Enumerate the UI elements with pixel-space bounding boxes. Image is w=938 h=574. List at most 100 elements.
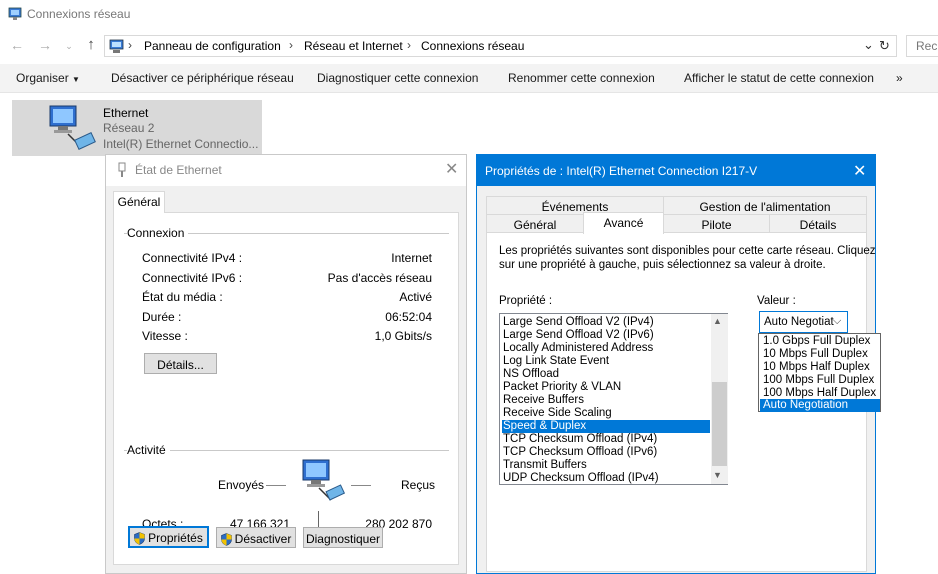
window-title: Connexions réseau <box>27 7 131 21</box>
uac-shield-icon <box>220 533 232 546</box>
view-status-button[interactable]: Afficher le statut de cette connexion <box>684 71 874 85</box>
forward-arrow-icon[interactable]: → <box>36 37 54 53</box>
rename-connection-button[interactable]: Renommer cette connexion <box>508 71 655 85</box>
diagnose-button[interactable]: Diagnostiquer <box>303 527 383 548</box>
description-line-1: Les propriétés suivantes sont disponible… <box>499 245 876 257</box>
duration-value: 06:52:04 <box>385 310 432 324</box>
tab-advanced[interactable]: Avancé <box>583 212 664 234</box>
network-activity-icon <box>302 459 346 501</box>
description-line-2: sur une propriété à gauche, puis sélecti… <box>499 259 826 271</box>
list-item[interactable]: Packet Priority & VLAN <box>502 381 710 394</box>
connection-adapter: Intel(R) Ethernet Connectio... <box>103 137 259 151</box>
ethernet-status-dialog: État de Ethernet ✕ Général Connexion Con… <box>105 154 467 574</box>
list-item[interactable]: Large Send Offload V2 (IPv4) <box>502 316 710 329</box>
refresh-icon[interactable]: ↻ <box>879 38 890 54</box>
organize-button[interactable]: Organiser ▼ <box>16 71 80 85</box>
dropdown-option[interactable]: 10 Mbps Full Duplex <box>760 348 880 361</box>
list-item[interactable]: Large Send Offload V2 (IPv6) <box>502 329 710 342</box>
list-item[interactable]: Log Link State Event <box>502 355 710 368</box>
network-connections-icon <box>8 7 22 20</box>
duration-label: Durée : <box>142 310 182 324</box>
window-titlebar: Connexions réseau <box>0 0 938 30</box>
list-item[interactable]: Receive Buffers <box>502 394 710 407</box>
more-commands-button[interactable]: » <box>896 71 903 85</box>
dropdown-option[interactable]: 1.0 Gbps Full Duplex <box>760 335 880 348</box>
speed-value: 1,0 Gbits/s <box>374 329 432 343</box>
chevron-down-icon: ▼ <box>72 75 80 84</box>
value-combobox[interactable]: Auto Negotiat ⌵ <box>759 311 848 333</box>
scroll-down-icon[interactable]: ▼ <box>713 470 722 480</box>
network-adapter-icon <box>49 105 96 150</box>
back-arrow-icon[interactable]: ← <box>8 37 26 53</box>
dropdown-option-selected[interactable]: Auto Negotiation <box>760 399 880 412</box>
general-panel: Connexion Connectivité IPv4 : Internet C… <box>113 212 459 565</box>
scroll-up-icon[interactable]: ▲ <box>713 316 722 326</box>
tab-driver[interactable]: Pilote <box>663 214 770 233</box>
close-icon[interactable]: ✕ <box>445 159 458 179</box>
list-item[interactable]: UDP Checksum Offload (IPv4) <box>502 472 710 485</box>
details-button[interactable]: Détails... <box>144 353 217 374</box>
received-label: Reçus <box>401 478 436 492</box>
disable-button[interactable]: Désactiver <box>216 527 296 548</box>
dialog-body: Général Connexion Connectivité IPv4 : In… <box>106 186 466 573</box>
search-placeholder: Rech <box>916 39 938 53</box>
ethernet-plug-icon <box>118 162 126 177</box>
value-label: Valeur : <box>757 295 796 307</box>
tab-general[interactable]: Général <box>113 191 165 213</box>
media-state-value: Activé <box>399 290 432 304</box>
breadcrumb-network-connections[interactable]: Connexions réseau <box>421 39 524 53</box>
ipv4-connectivity-label: Connectivité IPv4 : <box>142 251 243 265</box>
scrollbar-thumb[interactable] <box>712 382 727 466</box>
connection-name: Ethernet <box>103 106 149 120</box>
ethernet-connection-item[interactable]: Ethernet Réseau 2 Intel(R) Ethernet Conn… <box>12 100 262 156</box>
connection-group-label: Connexion <box>127 226 189 240</box>
chevron-down-icon: ⌵ <box>833 315 842 327</box>
breadcrumb-separator-icon: › <box>407 38 411 52</box>
address-row: ← → ⌄ ↑ › Panneau de configuration › Rés… <box>0 33 938 59</box>
listbox-scrollbar[interactable]: ▲ ▼ <box>711 314 728 484</box>
list-item[interactable]: TCP Checksum Offload (IPv6) <box>502 446 710 459</box>
list-item[interactable]: Locally Administered Address <box>502 342 710 355</box>
tab-general[interactable]: Général <box>486 214 584 233</box>
property-label: Propriété : <box>499 295 553 307</box>
command-bar: Organiser ▼ Désactiver ce périphérique r… <box>0 64 938 93</box>
media-state-label: État du média : <box>142 290 223 304</box>
breadcrumb-separator-icon: › <box>128 38 132 52</box>
breadcrumb-control-panel[interactable]: Panneau de configuration <box>144 39 281 53</box>
list-item[interactable]: TCP Checksum Offload (IPv4) <box>502 433 710 446</box>
property-listbox[interactable]: Large Send Offload V2 (IPv4) Large Send … <box>499 313 728 485</box>
up-arrow-icon[interactable]: ↑ <box>82 36 100 53</box>
address-dropdown-chevron-icon[interactable]: ⌄ <box>863 37 874 53</box>
ipv4-connectivity-value: Internet <box>391 251 432 265</box>
speed-label: Vitesse : <box>142 329 188 343</box>
close-icon[interactable]: ✕ <box>853 161 866 181</box>
search-input[interactable]: Rech <box>906 35 938 57</box>
recent-locations-chevron-icon[interactable]: ⌄ <box>60 41 78 52</box>
value-dropdown-list[interactable]: 1.0 Gbps Full Duplex 10 Mbps Full Duplex… <box>758 333 881 412</box>
list-item[interactable]: Receive Side Scaling <box>502 407 710 420</box>
ipv6-connectivity-value: Pas d'accès réseau <box>327 271 432 285</box>
diagnose-connection-button[interactable]: Diagnostiquer cette connexion <box>317 71 478 85</box>
dropdown-option[interactable]: 100 Mbps Full Duplex <box>760 374 880 387</box>
dialog-titlebar: Propriétés de : Intel(R) Ethernet Connec… <box>477 155 875 186</box>
uac-shield-icon <box>134 532 145 545</box>
control-panel-icon <box>109 39 124 53</box>
dialog-title: État de Ethernet <box>135 163 222 177</box>
disable-device-button[interactable]: Désactiver ce périphérique réseau <box>111 71 294 85</box>
activity-group-label: Activité <box>127 443 170 457</box>
list-item-selected[interactable]: Speed & Duplex <box>502 420 710 433</box>
list-item[interactable]: Transmit Buffers <box>502 459 710 472</box>
combo-value: Auto Negotiat <box>764 316 834 328</box>
connection-network: Réseau 2 <box>103 121 155 135</box>
breadcrumb-separator-icon: › <box>289 38 293 52</box>
tab-power-management[interactable]: Gestion de l'alimentation <box>663 196 867 215</box>
dropdown-option[interactable]: 10 Mbps Half Duplex <box>760 361 880 374</box>
dialog-title: Propriétés de : Intel(R) Ethernet Connec… <box>485 164 758 178</box>
sent-label: Envoyés <box>218 478 265 492</box>
properties-button[interactable]: Propriétés <box>128 526 209 548</box>
address-bar[interactable]: › Panneau de configuration › Réseau et I… <box>104 35 897 57</box>
ipv6-connectivity-label: Connectivité IPv6 : <box>142 271 243 285</box>
breadcrumb-network-internet[interactable]: Réseau et Internet <box>304 39 403 53</box>
tab-details[interactable]: Détails <box>769 214 867 233</box>
list-item[interactable]: NS Offload <box>502 368 710 381</box>
